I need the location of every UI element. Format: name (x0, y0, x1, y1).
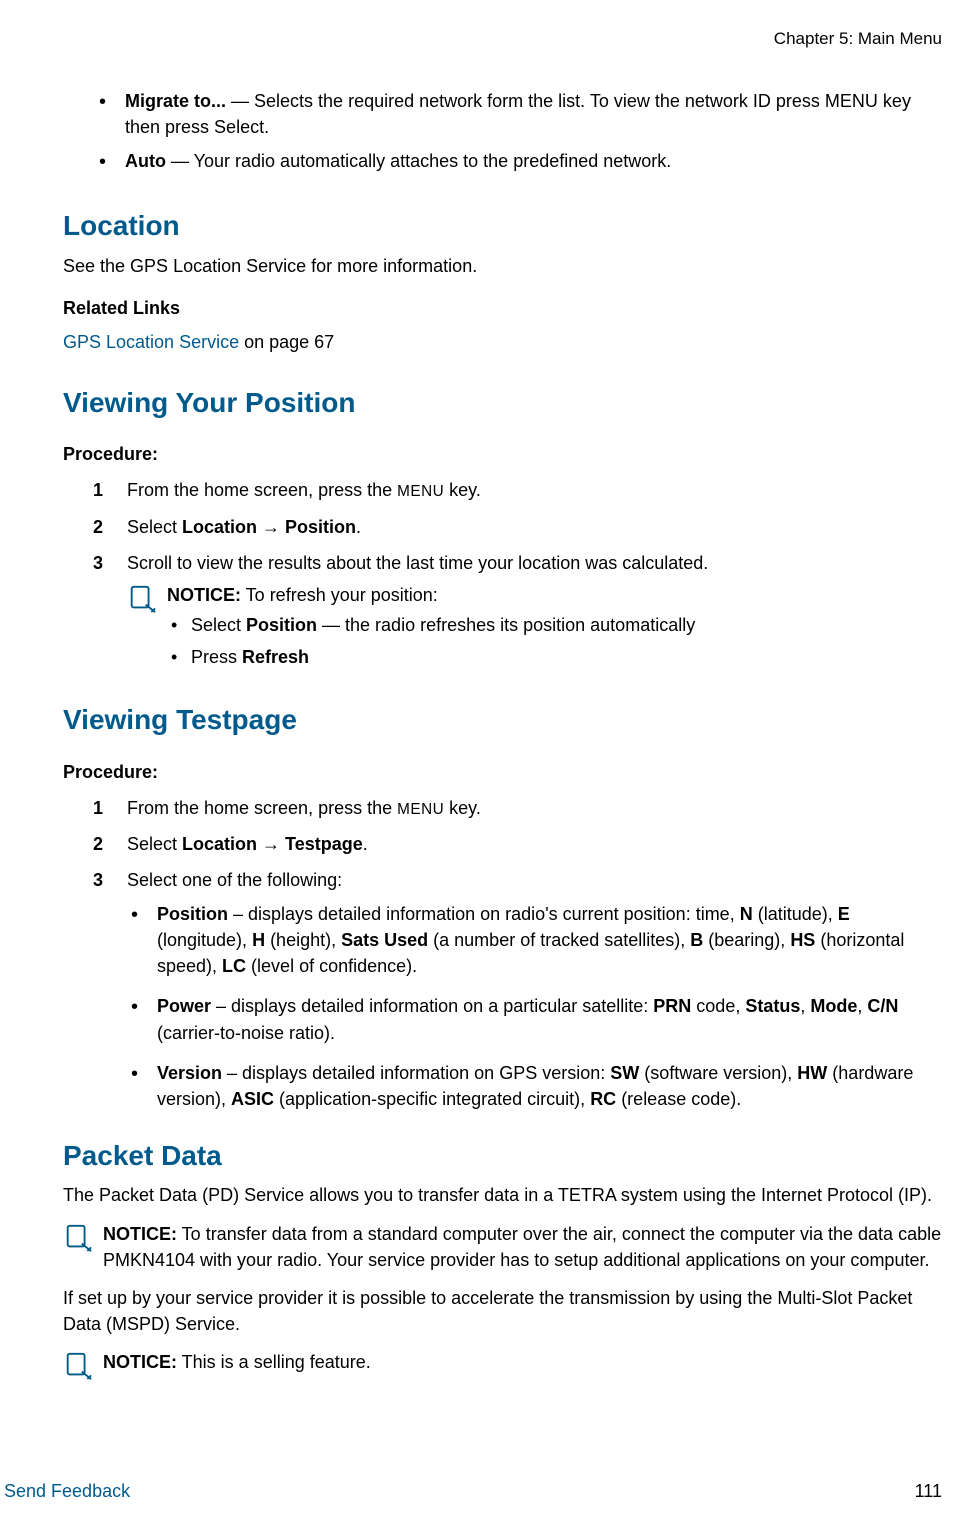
notice-block: NOTICE: To transfer data from a standard… (63, 1221, 942, 1273)
step-number: 3 (93, 867, 103, 893)
list-item: Power – displays detailed information on… (127, 993, 942, 1045)
text: Select (191, 615, 246, 635)
menu-path: Location → Testpage (182, 834, 363, 854)
step: 2 Select Location → Testpage. (93, 831, 942, 857)
packet-data-intro: The Packet Data (PD) Service allows you … (63, 1182, 942, 1208)
network-options-list: Migrate to... — Selects the required net… (95, 88, 942, 174)
option-label: Position (157, 904, 228, 924)
packet-data-body2: If set up by your service provider it is… (63, 1285, 942, 1337)
list-item: Auto — Your radio automatically attaches… (95, 148, 942, 174)
step-text: . (363, 834, 368, 854)
list-item: Position – displays detailed information… (127, 901, 942, 979)
notice-icon (63, 1351, 93, 1388)
option-label: Version (157, 1063, 222, 1083)
related-link-line: GPS Location Service on page 67 (63, 329, 942, 355)
step-text: From the home screen, press the (127, 480, 397, 500)
notice-body: To transfer data from a standard compute… (103, 1224, 941, 1270)
location-body: See the GPS Location Service for more in… (63, 253, 942, 279)
procedure-label: Procedure: (63, 441, 942, 467)
heading-packet-data: Packet Data (63, 1136, 942, 1177)
step-number: 1 (93, 795, 103, 821)
procedure-steps: 1 From the home screen, press the MENU k… (93, 795, 942, 1112)
page-footer: Send Feedback 111 (0, 1478, 942, 1504)
link-page-ref: on page 67 (239, 332, 334, 352)
procedure-label: Procedure: (63, 759, 942, 785)
menu-path: Location → Position (182, 517, 356, 537)
menu-key-ref: MENU (397, 801, 444, 818)
option-text: — Your radio automatically attaches to t… (166, 151, 671, 171)
step: 3 Scroll to view the results about the l… (93, 550, 942, 676)
text: — the radio refreshes its position autom… (317, 615, 695, 635)
notice-body: This is a selling feature. (177, 1352, 371, 1372)
step: 1 From the home screen, press the MENU k… (93, 795, 942, 821)
option-label: Migrate to... (125, 91, 226, 111)
list-item: Migrate to... — Selects the required net… (95, 88, 942, 140)
notice-text: NOTICE: To transfer data from a standard… (103, 1221, 942, 1273)
notice-icon (63, 1223, 93, 1260)
heading-viewing-testpage: Viewing Testpage (63, 700, 942, 741)
notice-label: NOTICE: (103, 1352, 177, 1372)
related-links-label: Related Links (63, 295, 942, 321)
notice-intro: To refresh your position: (241, 585, 438, 605)
step-text: Select (127, 834, 182, 854)
list-item: Version – displays detailed information … (127, 1060, 942, 1112)
page-number: 111 (915, 1478, 942, 1504)
step-number: 2 (93, 514, 103, 540)
bold-term: Position (246, 615, 317, 635)
gps-location-service-link[interactable]: GPS Location Service (63, 332, 239, 352)
step-text: Select one of the following: (127, 870, 342, 890)
notice-block: NOTICE: This is a selling feature. (63, 1349, 942, 1388)
heading-location: Location (63, 206, 942, 247)
step: 3 Select one of the following: Position … (93, 867, 942, 1112)
step-text: key. (444, 480, 481, 500)
list-item: Select Position — the radio refreshes it… (167, 612, 942, 638)
chapter-header: Chapter 5: Main Menu (31, 27, 942, 52)
step: 2 Select Location → Position. (93, 514, 942, 540)
send-feedback-link[interactable]: Send Feedback (4, 1478, 130, 1504)
notice-label: NOTICE: (167, 585, 241, 605)
step-text: key. (444, 798, 481, 818)
option-text: — Selects the required network form the … (125, 91, 911, 137)
step-text: Scroll to view the results about the las… (127, 553, 708, 573)
list-item: Press Refresh (167, 644, 942, 670)
bold-term: Refresh (242, 647, 309, 667)
notice-text: NOTICE: This is a selling feature. (103, 1349, 942, 1375)
step: 1 From the home screen, press the MENU k… (93, 477, 942, 503)
menu-key-ref: MENU (397, 483, 444, 500)
testpage-options: Position – displays detailed information… (127, 901, 942, 1112)
step-text: . (356, 517, 361, 537)
option-label: Power (157, 996, 211, 1016)
step-text: Select (127, 517, 182, 537)
notice-bullets: Select Position — the radio refreshes it… (167, 612, 942, 670)
notice-text: NOTICE: To refresh your position: Select… (167, 582, 942, 676)
notice-label: NOTICE: (103, 1224, 177, 1244)
text: Press (191, 647, 242, 667)
step-number: 3 (93, 550, 103, 576)
heading-viewing-position: Viewing Your Position (63, 383, 942, 424)
step-number: 2 (93, 831, 103, 857)
step-text: From the home screen, press the (127, 798, 397, 818)
procedure-steps: 1 From the home screen, press the MENU k… (93, 477, 942, 676)
step-number: 1 (93, 477, 103, 503)
notice-icon (127, 584, 157, 621)
option-label: Auto (125, 151, 166, 171)
